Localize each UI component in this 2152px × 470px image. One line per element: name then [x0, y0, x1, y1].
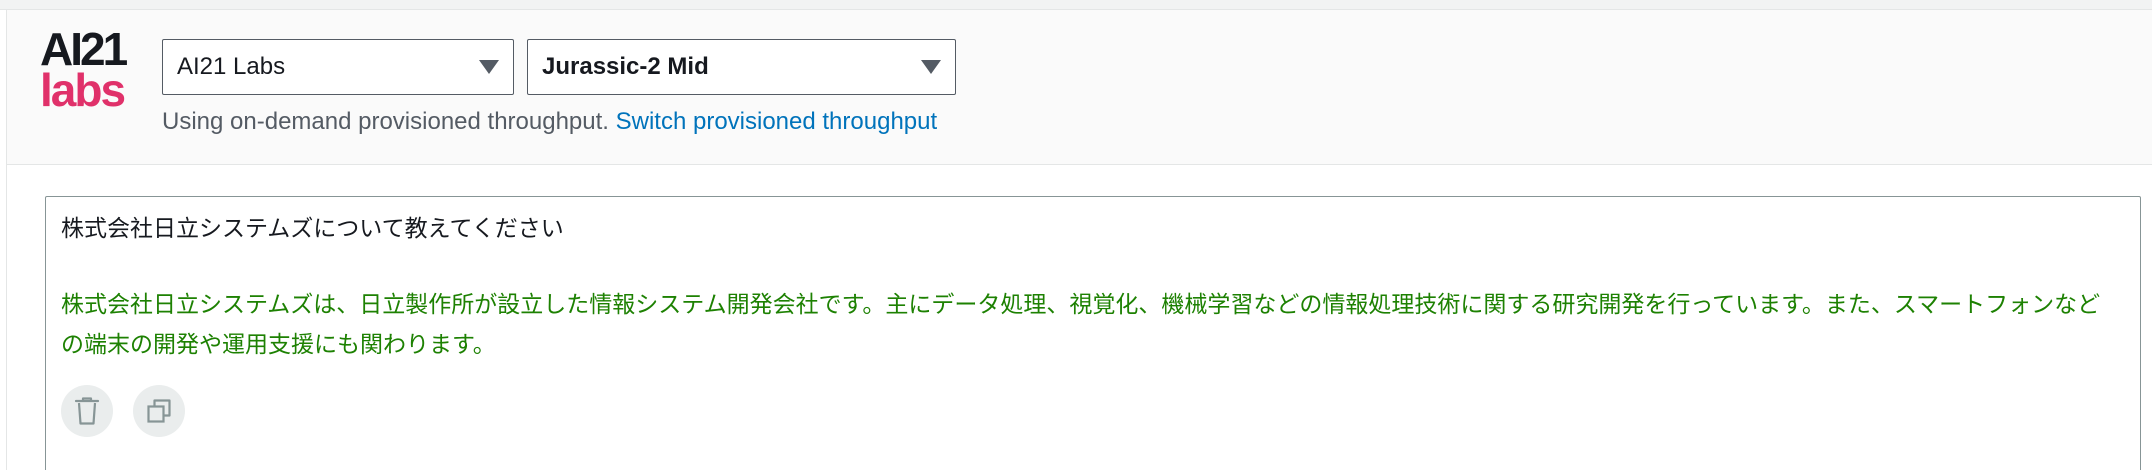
caret-down-icon: [479, 60, 499, 74]
throughput-status: Using on-demand provisioned throughput. …: [162, 108, 937, 136]
left-divider: [6, 164, 7, 470]
trash-icon: [74, 397, 100, 425]
delete-button[interactable]: [61, 385, 113, 437]
top-strip: [0, 0, 2152, 10]
model-select[interactable]: Jurassic-2 Mid: [527, 39, 956, 95]
provider-select[interactable]: AI21 Labs: [162, 39, 514, 95]
model-response: 株式会社日立システムズは、日立製作所が設立した情報システム開発会社です。主にデー…: [61, 292, 2101, 358]
copy-button[interactable]: [133, 385, 185, 437]
playground-page: AI21 labs AI21 Labs Jurassic-2 Mid Using…: [0, 0, 2152, 470]
model-select-value: Jurassic-2 Mid: [542, 53, 709, 80]
throughput-status-text: Using on-demand provisioned throughput.: [162, 108, 609, 135]
ai21-labs-logo: AI21 labs: [40, 26, 140, 113]
copy-icon: [147, 399, 171, 423]
switch-throughput-link[interactable]: Switch provisioned throughput: [616, 108, 938, 135]
logo-bottom-text: labs: [40, 64, 126, 116]
chat-panel: 株式会社日立システムズについて教えてください 株式会社日立システムズは、日立製作…: [45, 196, 2141, 470]
provider-select-value: AI21 Labs: [177, 53, 286, 80]
caret-down-icon: [921, 60, 941, 74]
user-prompt: 株式会社日立システムズについて教えてください: [61, 216, 564, 242]
